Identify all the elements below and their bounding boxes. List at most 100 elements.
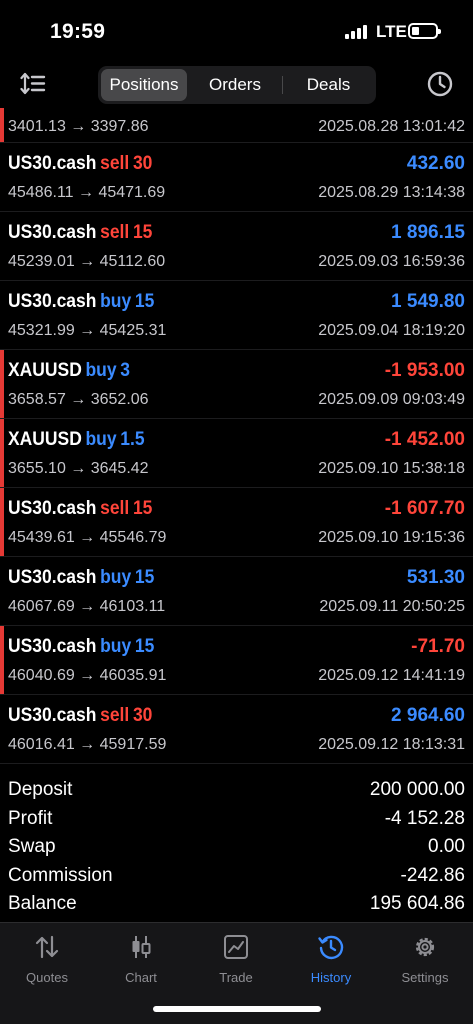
deal-symbol-name: US30.cash: [8, 636, 97, 657]
summary-label: Commission: [8, 864, 113, 886]
quotes-icon: [35, 935, 59, 959]
signal-icon: [345, 25, 369, 39]
deal-row[interactable]: XAUUSD buy 1.5 -1 452.00 3655.10 → 3645.42 20…: [0, 419, 473, 488]
deal-symbol: US30.cash sell 15: [8, 222, 152, 244]
deal-date: 2025.09.12 14:41:19: [318, 667, 465, 684]
deal-date: 2025.08.29 13:14:38: [318, 184, 465, 201]
deal-row[interactable]: US30.cash sell 15 -1 607.70 45439.61 → 45546…: [0, 488, 473, 557]
deal-symbol-name: US30.cash: [8, 705, 97, 726]
deal-side: buy: [85, 429, 117, 450]
tab-label: Quotes: [26, 970, 68, 985]
deal-symbol: US30.cash sell 15: [8, 498, 152, 520]
deal-date: 2025.09.10 19:15:36: [318, 529, 465, 546]
tab-orders[interactable]: Orders: [190, 69, 280, 101]
summary-row-deposit: Deposit 200 000.00: [0, 776, 473, 805]
deals-list[interactable]: 3401.13 → 3397.86 2025.08.28 13:01:42 US…: [0, 108, 473, 768]
deal-symbol: US30.cash buy 15: [8, 291, 154, 313]
clock-icon[interactable]: [426, 70, 454, 98]
deal-side: sell: [100, 705, 130, 726]
deal-symbol-name: XAUUSD: [8, 360, 82, 381]
deal-side: sell: [100, 498, 130, 519]
deal-prices: 45439.61 → 45546.79: [8, 529, 167, 546]
summary-label: Balance: [8, 893, 77, 914]
deal-volume: 15: [134, 567, 155, 588]
tab-positions[interactable]: Positions: [101, 69, 187, 101]
deal-prices: 3655.10 → 3645.42: [8, 460, 149, 477]
deal-symbol-name: US30.cash: [8, 291, 97, 312]
deal-side: buy: [100, 636, 132, 657]
tab-label: Trade: [219, 970, 253, 985]
deal-profit: -1 607.70: [384, 498, 465, 519]
tab-trade[interactable]: Trade: [189, 933, 283, 993]
deal-symbol: XAUUSD buy 1.5: [8, 429, 145, 451]
deal-symbol-name: US30.cash: [8, 153, 97, 174]
deal-volume: 30: [132, 153, 153, 174]
deal-profit: 432.60: [406, 153, 465, 174]
deal-prices: 45239.01 → 45112.60: [8, 253, 166, 270]
deal-row[interactable]: XAUUSD buy 3 -1 953.00 3658.57 → 3652.06 2025…: [0, 350, 473, 419]
deal-row[interactable]: US30.cash sell 30 432.60 45486.11 → 45471.69…: [0, 143, 473, 212]
status-bar: 19:59 LTE: [0, 0, 473, 60]
deal-volume: 30: [132, 705, 153, 726]
deal-volume: 15: [134, 636, 155, 657]
deal-prices: 45321.99 → 45425.31: [8, 322, 167, 339]
deal-side: buy: [100, 291, 132, 312]
deal-side: sell: [100, 153, 130, 174]
deal-side: buy: [100, 567, 132, 588]
tab-quotes[interactable]: Quotes: [0, 933, 94, 993]
candlestick-icon: [132, 936, 151, 958]
deal-symbol-name: US30.cash: [8, 498, 97, 519]
deal-volume: 15: [132, 498, 153, 519]
summary-value: -242.86: [400, 864, 465, 886]
summary-value: 200 000.00: [369, 779, 465, 800]
segment-divider: [282, 76, 283, 94]
deal-volume: 3: [120, 360, 130, 381]
tab-chart[interactable]: Chart: [94, 933, 188, 993]
summary-value: 195 604.86: [369, 893, 465, 914]
deal-row[interactable]: US30.cash buy 15 1 549.80 45321.99 → 45425.3…: [0, 281, 473, 350]
deal-profit: 2 964.60: [391, 705, 465, 726]
deal-date: 2025.09.12 18:13:31: [318, 736, 465, 753]
loss-indicator: [0, 419, 4, 487]
tab-history[interactable]: History: [284, 933, 378, 993]
deal-prices: 3401.13 → 3397.86: [8, 118, 149, 135]
deal-row[interactable]: US30.cash buy 15 -71.70 46040.69 → 46035.91 2…: [0, 626, 473, 695]
summary-row-commission: Commission -242.86: [0, 862, 473, 891]
deal-side: sell: [100, 222, 130, 243]
deal-symbol: US30.cash sell 30: [8, 153, 152, 175]
network-label: LTE: [376, 22, 407, 41]
deal-row-partial[interactable]: 3401.13 → 3397.86 2025.08.28 13:01:42: [0, 108, 473, 143]
deal-date: 2025.09.11 20:50:25: [319, 598, 465, 615]
sort-icon[interactable]: [20, 70, 48, 98]
status-time: 19:59: [50, 20, 106, 43]
summary-row-balance: Balance 195 604.86: [0, 890, 473, 919]
deal-volume: 15: [134, 291, 155, 312]
tab-settings[interactable]: Settings: [378, 933, 472, 993]
tab-label: Settings: [401, 970, 449, 985]
deal-row[interactable]: US30.cash sell 30 2 964.60 46016.41 → 45917.…: [0, 695, 473, 764]
deal-profit: -1 953.00: [384, 360, 465, 381]
deal-volume: 15: [132, 222, 153, 243]
tab-label: History: [310, 970, 352, 985]
tab-deals[interactable]: Deals: [284, 69, 373, 101]
deal-row[interactable]: US30.cash buy 15 531.30 46067.69 → 46103.11 2…: [0, 557, 473, 626]
deal-volume: 1.5: [120, 429, 145, 450]
deal-prices: 3658.57 → 3652.06: [8, 391, 149, 408]
home-indicator: [153, 1006, 321, 1012]
summary-value: -4 152.28: [384, 807, 465, 829]
row-indicator: [0, 108, 4, 142]
deal-prices: 46040.69 → 46035.91: [8, 667, 167, 684]
top-nav: Positions Orders Deals: [0, 64, 473, 106]
deal-row[interactable]: US30.cash sell 15 1 896.15 45239.01 → 45112.…: [0, 212, 473, 281]
deal-profit: 1 896.15: [391, 222, 465, 243]
battery-icon: [408, 23, 441, 39]
deal-date: 2025.09.09 09:03:49: [318, 391, 465, 408]
deal-date: 2025.08.28 13:01:42: [318, 118, 465, 135]
tab-label: Chart: [125, 970, 157, 985]
deal-date: 2025.09.04 18:19:20: [318, 322, 465, 339]
summary-label: Deposit: [8, 779, 73, 800]
account-summary: Deposit 200 000.00 Profit -4 152.28 Swap…: [0, 776, 473, 919]
summary-row-profit: Profit -4 152.28: [0, 805, 473, 834]
history-icon: [318, 935, 344, 960]
deal-date: 2025.09.10 15:38:18: [318, 460, 465, 477]
